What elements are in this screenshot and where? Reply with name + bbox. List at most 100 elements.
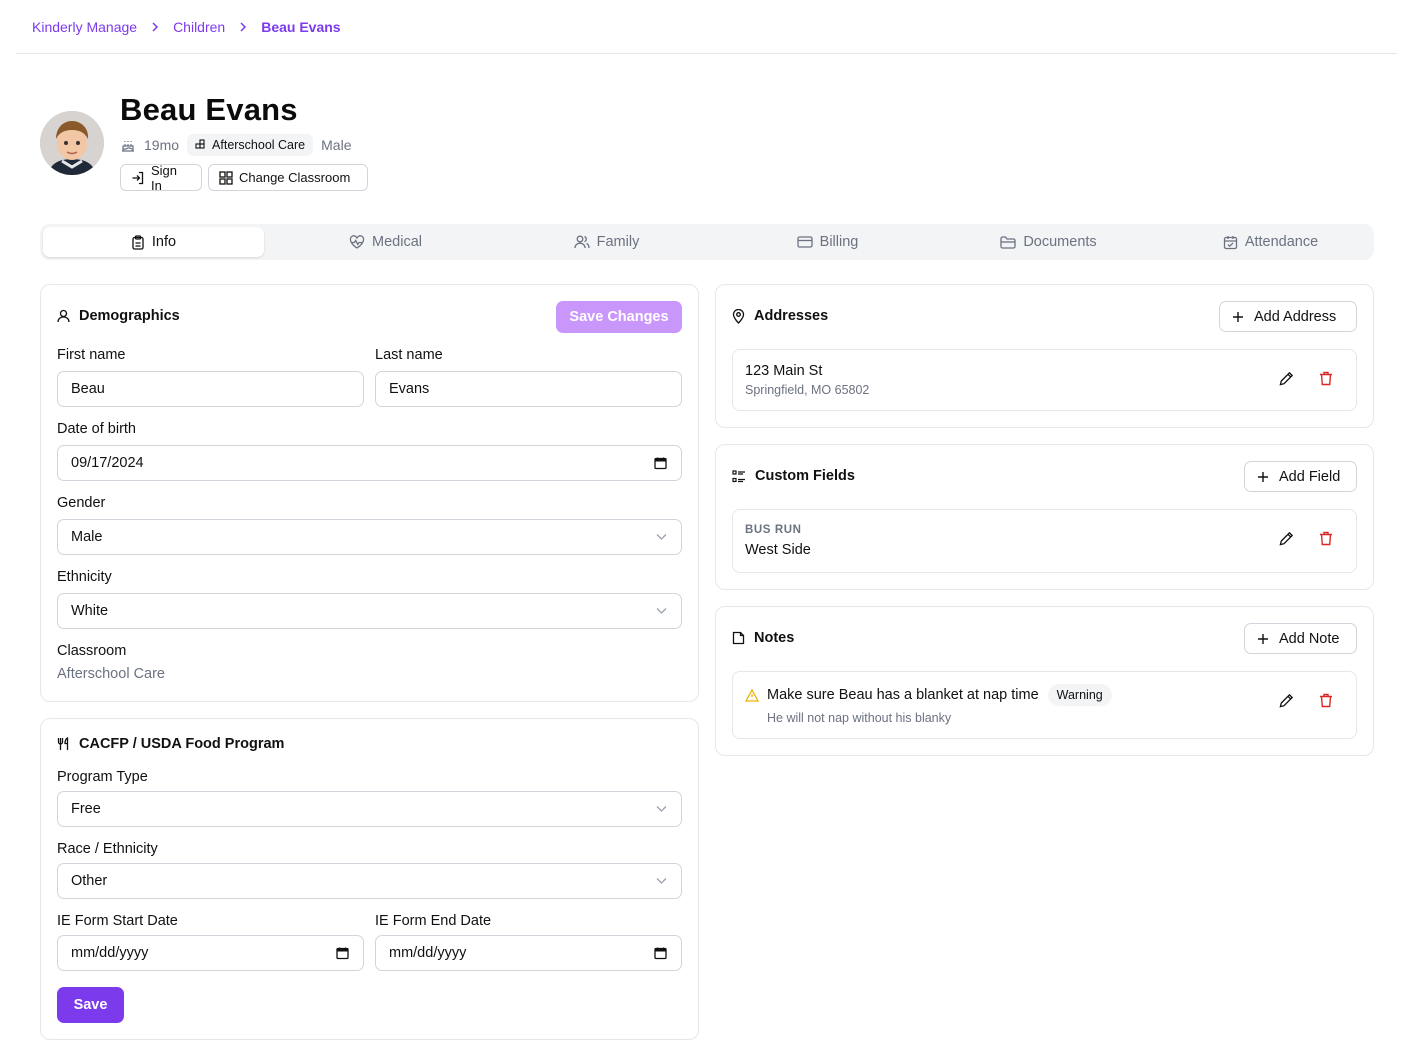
- plus-icon: [1257, 471, 1269, 483]
- utensils-icon: [57, 737, 70, 751]
- user-icon: [57, 309, 70, 323]
- delete-note-button[interactable]: [1315, 689, 1337, 711]
- breadcrumb: Kinderly Manage Children Beau Evans: [32, 17, 341, 37]
- child-gender: Male: [321, 137, 352, 153]
- custom-fields-title-label: Custom Fields: [755, 468, 855, 484]
- map-pin-icon: [732, 308, 745, 324]
- cake-icon: [120, 137, 136, 153]
- demographics-title-label: Demographics: [79, 308, 180, 324]
- tab-documents[interactable]: Documents: [938, 227, 1159, 257]
- clipboard-icon: [131, 234, 145, 250]
- tab-billing[interactable]: Billing: [717, 227, 938, 257]
- add-field-button[interactable]: Add Field: [1244, 461, 1357, 492]
- pencil-icon: [1279, 693, 1294, 708]
- add-note-button[interactable]: Add Note: [1244, 623, 1357, 654]
- tab-medical[interactable]: Medical: [275, 227, 496, 257]
- race-select[interactable]: Other: [57, 863, 682, 899]
- ie-end-label: IE Form End Date: [375, 913, 492, 929]
- tab-family[interactable]: Family: [496, 227, 717, 257]
- address-line1: 123 Main St: [745, 363, 823, 379]
- calendar-check-icon: [1223, 235, 1238, 250]
- last-name-input[interactable]: Evans: [375, 371, 682, 407]
- breadcrumb-link-home[interactable]: Kinderly Manage: [32, 19, 137, 35]
- address-line2: Springfield, MO 65802: [745, 383, 870, 397]
- ie-end-date-input[interactable]: mm/dd/yyyy: [375, 935, 682, 971]
- delete-field-button[interactable]: [1315, 527, 1337, 549]
- save-button[interactable]: Save: [57, 987, 124, 1023]
- edit-address-button[interactable]: [1275, 367, 1297, 389]
- first-name-input[interactable]: Beau: [57, 371, 364, 407]
- note-title: Make sure Beau has a blanket at nap time: [767, 687, 1039, 703]
- log-in-icon: [131, 171, 145, 185]
- notes-title-label: Notes: [754, 630, 795, 646]
- ie-start-date-input[interactable]: mm/dd/yyyy: [57, 935, 364, 971]
- chevron-down-icon: [656, 806, 667, 813]
- dob-input[interactable]: 09/17/2024: [57, 445, 682, 481]
- tab-label: Attendance: [1244, 234, 1319, 250]
- last-name-value: Evans: [389, 381, 430, 397]
- delete-address-button[interactable]: [1315, 367, 1337, 389]
- calendar-icon[interactable]: [654, 457, 667, 470]
- tab-label: Info: [151, 234, 177, 250]
- chevron-down-icon: [656, 878, 667, 885]
- calendar-icon[interactable]: [654, 947, 667, 960]
- ie-start-label: IE Form Start Date: [57, 913, 178, 929]
- last-name-label: Last name: [375, 347, 443, 363]
- custom-field-key: BUS RUN: [745, 524, 802, 536]
- breadcrumb-current: Beau Evans: [261, 19, 341, 35]
- avatar: [40, 111, 104, 175]
- tab-info[interactable]: Info: [43, 227, 264, 257]
- plus-icon: [1257, 633, 1269, 645]
- trash-icon: [1319, 531, 1333, 546]
- addresses-title-label: Addresses: [754, 308, 829, 324]
- program-type-select[interactable]: Free: [57, 791, 682, 827]
- layout-grid-icon: [219, 170, 233, 185]
- addresses-title: Addresses: [732, 308, 828, 324]
- tab-label: Family: [596, 234, 640, 250]
- sign-in-button[interactable]: Sign In: [120, 163, 202, 193]
- edit-field-button[interactable]: [1275, 527, 1297, 549]
- demographics-title: Demographics: [57, 308, 180, 324]
- edit-note-button[interactable]: [1275, 689, 1297, 711]
- calendar-icon[interactable]: [336, 947, 349, 960]
- ethnicity-select[interactable]: White: [57, 593, 682, 629]
- address-item: 123 Main St Springfield, MO 65802: [732, 349, 1357, 411]
- race-value: Other: [71, 873, 108, 889]
- add-address-button[interactable]: Add Address: [1219, 301, 1357, 332]
- heart-pulse-icon: [349, 235, 365, 249]
- chevron-right-icon: [151, 22, 159, 32]
- cacfp-title-label: CACFP / USDA Food Program: [79, 736, 285, 752]
- note-icon: [732, 631, 745, 645]
- pencil-icon: [1279, 371, 1294, 386]
- race-label: Race / Ethnicity: [57, 841, 158, 857]
- trash-icon: [1319, 693, 1333, 708]
- ethnicity-value: White: [71, 603, 109, 619]
- notes-title: Notes: [732, 630, 794, 646]
- tab-attendance[interactable]: Attendance: [1160, 227, 1381, 257]
- classroom-value: Afterschool Care: [57, 666, 165, 682]
- list-icon: [732, 469, 746, 483]
- program-type-label: Program Type: [57, 769, 148, 785]
- tab-label: Documents: [1023, 234, 1097, 250]
- breadcrumb-link-children[interactable]: Children: [173, 19, 225, 35]
- save-changes-button[interactable]: Save Changes: [556, 301, 682, 333]
- gender-value: Male: [71, 529, 103, 545]
- tab-label: Billing: [819, 234, 859, 250]
- note-item: Make sure Beau has a blanket at nap time…: [732, 671, 1357, 739]
- dob-label: Date of birth: [57, 421, 136, 437]
- first-name-value: Beau: [71, 381, 105, 397]
- ethnicity-label: Ethnicity: [57, 569, 112, 585]
- chevron-down-icon: [656, 534, 667, 541]
- child-meta: 19mo Afterschool Care Male: [120, 134, 352, 156]
- first-name-label: First name: [57, 347, 126, 363]
- change-classroom-button[interactable]: Change Classroom: [208, 164, 368, 191]
- custom-field-item: BUS RUN West Side: [732, 509, 1357, 573]
- chevron-down-icon: [656, 608, 667, 615]
- child-age: 19mo: [144, 137, 180, 153]
- note-warning-badge: Warning: [1047, 684, 1112, 706]
- add-note-label: Add Note: [1279, 630, 1340, 647]
- demographics-card: [40, 284, 699, 702]
- child-name: Beau Evans: [120, 92, 298, 127]
- chevron-right-icon: [239, 22, 247, 32]
- gender-select[interactable]: Male: [57, 519, 682, 555]
